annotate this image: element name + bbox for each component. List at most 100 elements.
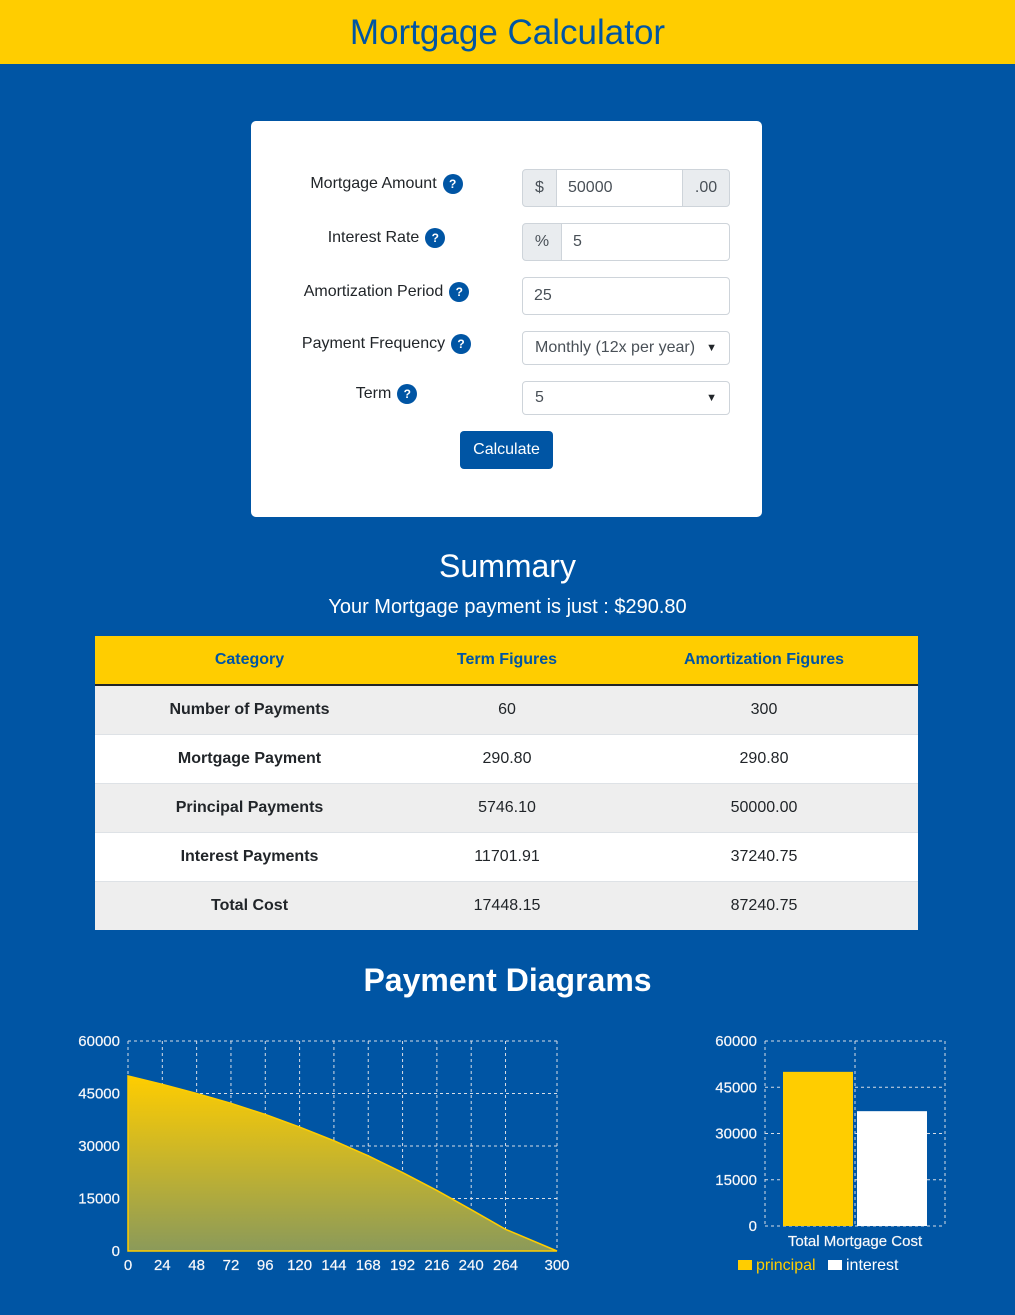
mortgage-amount-input[interactable] xyxy=(557,169,682,207)
summary-table: Category Term Figures Amortization Figur… xyxy=(95,636,918,930)
x-tick-label: 240 xyxy=(459,1257,484,1274)
x-tick-label: 144 xyxy=(321,1257,346,1274)
row-term-value: 11701.91 xyxy=(404,831,610,881)
row-category: Principal Payments xyxy=(95,782,404,832)
row-term-value: 5746.10 xyxy=(404,782,610,832)
x-tick-label: 264 xyxy=(493,1257,518,1274)
term-label-text: Term xyxy=(355,385,392,402)
interest-rate-row: Interest Rate? % xyxy=(251,223,762,261)
row-term-value: 17448.15 xyxy=(404,880,610,930)
chevron-down-icon: ▼ xyxy=(706,392,717,404)
x-tick-label: 300 xyxy=(544,1257,569,1274)
table-row: Mortgage Payment 290.80 290.80 xyxy=(95,733,918,783)
row-amortization-value: 290.80 xyxy=(610,733,918,783)
x-tick-label: 192 xyxy=(390,1257,415,1274)
summary-title: Summary xyxy=(439,548,576,584)
app-header: Mortgage Calculator xyxy=(0,0,1015,64)
payment-frequency-control: Monthly (12x per year) ▼ xyxy=(522,331,730,365)
table-row: Interest Payments 11701.91 37240.75 xyxy=(95,831,918,881)
mortgage-amount-input-group: $ .00 xyxy=(522,169,730,207)
table-header-row: Category Term Figures Amortization Figur… xyxy=(95,636,918,686)
total-cost-bar-chart: 0 15000 30000 45000 60000 Total Mortgage Cost… xyxy=(715,1033,946,1274)
legend-label: principal xyxy=(756,1257,816,1274)
y-tick-label: 30000 xyxy=(715,1126,757,1143)
help-icon[interactable]: ? xyxy=(397,384,418,404)
page-title: Mortgage Calculator xyxy=(349,13,666,52)
table-row: Principal Payments 5746.10 50000.00 xyxy=(95,782,918,832)
column-header: Category xyxy=(95,636,404,686)
y-tick-label: 15000 xyxy=(715,1172,757,1189)
legend-swatch xyxy=(828,1260,842,1270)
amortization-input-group xyxy=(522,277,730,315)
amortization-row: Amortization Period? xyxy=(251,277,762,315)
row-category: Interest Payments xyxy=(95,831,404,881)
payment-frequency-label-text: Payment Frequency xyxy=(301,335,446,352)
y-tick-label: 60000 xyxy=(715,1033,757,1050)
payment-frequency-select[interactable]: Monthly (12x per year) ▼ xyxy=(522,331,730,365)
cents-suffix: .00 xyxy=(682,169,730,207)
y-tick-label: 30000 xyxy=(78,1138,120,1155)
interest-rate-label-text: Interest Rate xyxy=(327,229,420,246)
x-tick-label: 96 xyxy=(257,1257,274,1274)
balance-area xyxy=(127,1075,558,1252)
column-header: Term Figures xyxy=(404,636,610,686)
payment-frequency-value: Monthly (12x per year) xyxy=(535,339,696,356)
x-tick-label: 120 xyxy=(287,1257,312,1274)
x-tick-label: 24 xyxy=(154,1257,171,1274)
y-tick-label: 45000 xyxy=(78,1086,120,1103)
x-tick-label: 48 xyxy=(188,1257,205,1274)
dollar-prefix: $ xyxy=(522,169,557,207)
interest-rate-label: Interest Rate? xyxy=(251,228,522,248)
table-row: Number of Payments 60 300 xyxy=(95,684,918,734)
term-value: 5 xyxy=(535,389,544,406)
amortization-period-input[interactable] xyxy=(522,277,730,315)
term-control: 5 ▼ xyxy=(522,381,730,415)
x-tick-label: 72 xyxy=(223,1257,240,1274)
bar-principal xyxy=(783,1071,853,1226)
term-label: Term? xyxy=(251,384,522,404)
row-category: Mortgage Payment xyxy=(95,733,404,783)
row-category: Number of Payments xyxy=(95,684,404,734)
row-term-value: 60 xyxy=(404,684,610,734)
row-term-value: 290.80 xyxy=(404,733,610,783)
y-tick-label: 45000 xyxy=(715,1079,757,1096)
help-icon[interactable]: ? xyxy=(449,282,470,302)
row-category: Total Cost xyxy=(95,880,404,930)
payment-diagrams-title: Payment Diagrams xyxy=(363,962,652,998)
legend-label: interest xyxy=(846,1257,899,1274)
row-amortization-value: 37240.75 xyxy=(610,831,918,881)
amortization-label-text: Amortization Period xyxy=(303,283,444,300)
interest-rate-input[interactable] xyxy=(562,223,730,261)
x-tick-label: 0 xyxy=(124,1257,132,1274)
interest-rate-input-group: % xyxy=(522,223,730,261)
bar-interest xyxy=(857,1111,927,1226)
y-tick-label: 60000 xyxy=(78,1033,120,1050)
chevron-down-icon: ▼ xyxy=(706,342,717,354)
term-select[interactable]: 5 ▼ xyxy=(522,381,730,415)
help-icon[interactable]: ? xyxy=(442,174,463,194)
row-amortization-value: 50000.00 xyxy=(610,782,918,832)
term-row: Term? 5 ▼ xyxy=(251,381,762,415)
balance-area-chart: 0 15000 30000 45000 60000 0 24 48 72 96 120 144 168 1… xyxy=(78,1033,570,1274)
help-icon[interactable]: ? xyxy=(451,334,472,354)
y-tick-label: 15000 xyxy=(78,1191,120,1208)
summary-subtitle: Your Mortgage payment is just : $290.80 xyxy=(328,596,687,618)
row-amortization-value: 300 xyxy=(610,684,918,734)
payment-frequency-row: Payment Frequency? Monthly (12x per year… xyxy=(251,331,762,365)
mortgage-amount-label-text: Mortgage Amount xyxy=(310,175,437,192)
calculate-button[interactable]: Calculate xyxy=(460,431,553,469)
column-header: Amortization Figures xyxy=(610,636,918,686)
help-icon[interactable]: ? xyxy=(425,228,446,248)
mortgage-amount-label: Mortgage Amount? xyxy=(251,174,522,194)
amortization-label: Amortization Period? xyxy=(251,282,522,302)
payment-frequency-label: Payment Frequency? xyxy=(251,334,522,354)
table-row: Total Cost 17448.15 87240.75 xyxy=(95,880,918,930)
y-tick-label: 0 xyxy=(749,1218,757,1235)
row-amortization-value: 87240.75 xyxy=(610,880,918,930)
x-category-label: Total Mortgage Cost xyxy=(788,1233,923,1250)
y-tick-label: 0 xyxy=(112,1243,120,1260)
percent-prefix: % xyxy=(522,223,562,261)
legend-swatch xyxy=(738,1260,752,1270)
x-tick-label: 168 xyxy=(356,1257,381,1274)
mortgage-amount-row: Mortgage Amount? $ .00 xyxy=(251,169,762,207)
